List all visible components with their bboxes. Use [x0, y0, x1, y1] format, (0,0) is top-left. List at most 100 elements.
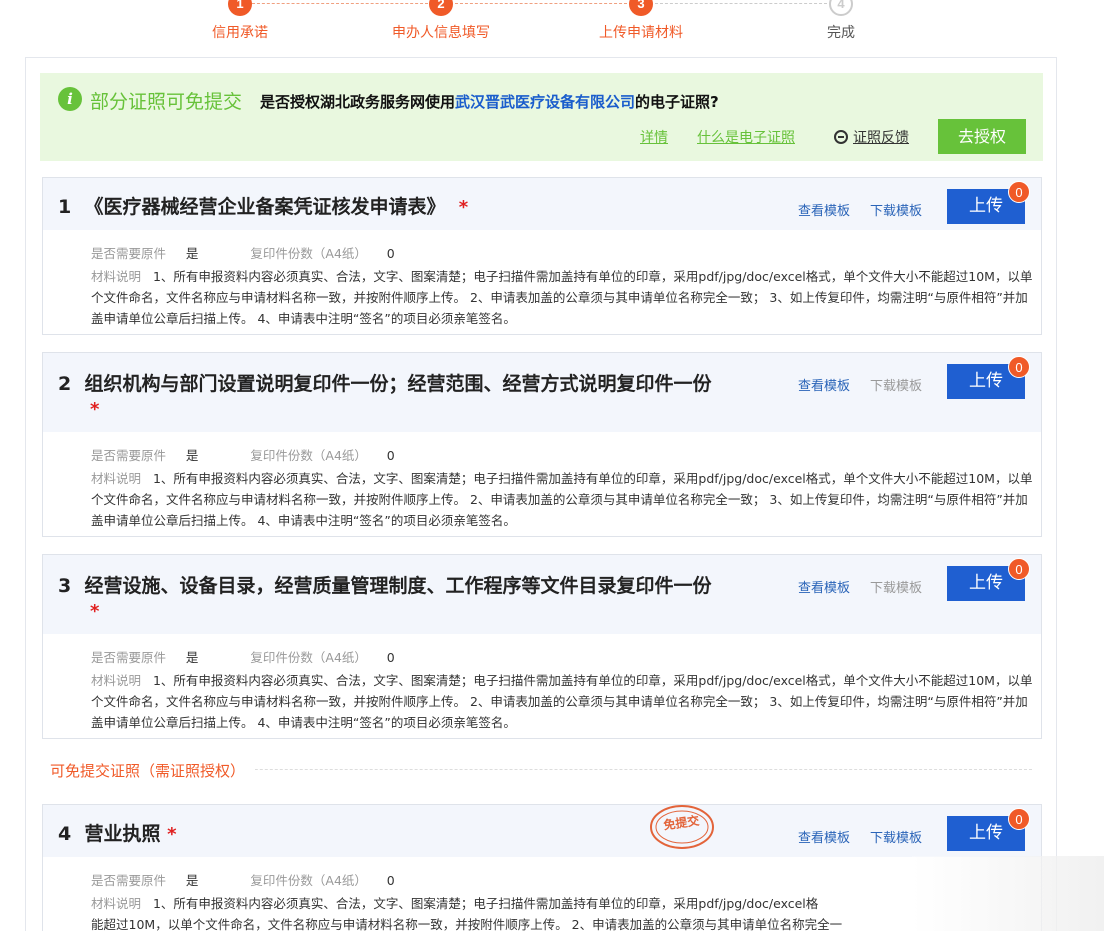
material-index: 2 — [58, 373, 72, 395]
material-card: 4 营业执照 * 查看模板 下载模板 上传 0 是否需要原件 是 复印件份数（A4… — [42, 804, 1042, 931]
desc-label: 材料说明 — [91, 269, 142, 284]
material-card-body: 是否需要原件 是 复印件份数（A4纸） 0 材料说明 1、所有申报资料内容必须真实… — [43, 230, 1041, 334]
what-is-e-license-link[interactable]: 什么是电子证照 — [697, 127, 795, 147]
auth-question: 是否授权湖北政务服务网使用武汉晋武医疗设备有限公司的电子证照? — [260, 91, 719, 112]
details-link[interactable]: 详情 — [640, 127, 668, 147]
upload-count-badge: 0 — [1008, 356, 1030, 378]
required-mark: * — [90, 399, 100, 420]
material-card: 2 组织机构与部门设置说明复印件一份；经营范围、经营方式说明复印件一份 * 查看… — [42, 352, 1042, 537]
original-label: 是否需要原件 — [91, 650, 167, 665]
upload-count-badge: 0 — [1008, 808, 1030, 830]
step-connector — [455, 3, 627, 4]
copies-value: 0 — [386, 448, 395, 463]
required-mark: * — [90, 601, 100, 622]
material-description: 材料说明 1、所有申报资料内容必须真实、合法，文字、图案清楚；电子扫描件需加盖持… — [91, 893, 1039, 931]
copies-label: 复印件份数（A4纸） — [250, 448, 367, 463]
desc-text: 1、所有申报资料内容必须真实、合法，文字、图案清楚；电子扫描件需加盖持有单位的印… — [91, 471, 1033, 528]
material-card-body: 是否需要原件 是 复印件份数（A4纸） 0 材料说明 1、所有申报资料内容必须真实… — [43, 857, 1041, 931]
step-connector — [655, 3, 827, 4]
original-value: 是 — [185, 448, 199, 463]
stamp-text: 免提交 — [662, 813, 700, 833]
license-feedback-link[interactable]: 证照反馈 — [834, 127, 909, 147]
material-card-body: 是否需要原件 是 复印件份数（A4纸） 0 材料说明 1、所有申报资料内容必须真实… — [43, 432, 1041, 536]
material-title: 2 组织机构与部门设置说明复印件一份；经营范围、经营方式说明复印件一份 — [58, 369, 711, 396]
material-card-header: 4 营业执照 * 查看模板 下载模板 上传 0 — [43, 805, 1041, 857]
material-index: 1 — [58, 196, 72, 218]
material-card: 3 经营设施、设备目录，经营质量管理制度、工作程序等文件目录复印件一份 * 查看… — [42, 554, 1042, 739]
desc-label: 材料说明 — [91, 471, 142, 486]
material-meta: 是否需要原件 是 复印件份数（A4纸） 0 — [91, 870, 395, 889]
original-value: 是 — [185, 246, 199, 261]
step-number: 3 — [629, 0, 653, 16]
material-index: 3 — [58, 575, 72, 597]
desc-label: 材料说明 — [91, 896, 142, 911]
watermark-overlay — [912, 856, 1104, 931]
material-card-header: 3 经营设施、设备目录，经营质量管理制度、工作程序等文件目录复印件一份 * 查看… — [43, 555, 1041, 634]
material-card-header: 2 组织机构与部门设置说明复印件一份；经营范围、经营方式说明复印件一份 * 查看… — [43, 353, 1041, 432]
upload-count-badge: 0 — [1008, 558, 1030, 580]
original-label: 是否需要原件 — [91, 246, 167, 261]
material-title: 4 营业执照 * — [58, 819, 177, 846]
original-value: 是 — [185, 650, 199, 665]
material-description: 材料说明 1、所有申报资料内容必须真实、合法，文字、图案清楚；电子扫描件需加盖持… — [91, 670, 1039, 733]
material-description: 材料说明 1、所有申报资料内容必须真实、合法，文字、图案清楚；电子扫描件需加盖持… — [91, 468, 1039, 531]
step-connector — [252, 3, 428, 4]
download-template-link[interactable]: 下载模板 — [870, 200, 922, 219]
desc-text: 1、所有申报资料内容必须真实、合法，文字、图案清楚；电子扫描件需加盖持有单位的印… — [152, 896, 819, 911]
copies-label: 复印件份数（A4纸） — [250, 650, 367, 665]
material-name: 组织机构与部门设置说明复印件一份；经营范围、经营方式说明复印件一份 — [84, 373, 712, 395]
material-card-body: 是否需要原件 是 复印件份数（A4纸） 0 材料说明 1、所有申报资料内容必须真实… — [43, 634, 1041, 738]
info-icon: i — [58, 87, 82, 111]
desc-text: 1、所有申报资料内容必须真实、合法，文字、图案清楚；电子扫描件需加盖持有单位的印… — [91, 673, 1033, 730]
desc-text: 1、所有申报资料内容必须真实、合法，文字、图案清楚；电子扫描件需加盖持有单位的印… — [91, 269, 1033, 326]
authorize-button[interactable]: 去授权 — [938, 119, 1026, 154]
copies-label: 复印件份数（A4纸） — [250, 246, 367, 261]
required-mark: * — [458, 197, 469, 218]
step-label: 完成 — [827, 25, 855, 41]
original-value: 是 — [185, 873, 199, 888]
auth-question-suffix: 的电子证照? — [635, 93, 719, 111]
material-name: 营业执照 — [84, 823, 161, 845]
download-template-link[interactable]: 下载模板 — [870, 827, 922, 846]
view-template-link[interactable]: 查看模板 — [798, 375, 850, 394]
progress-stepper: 1 信用承诺 2 申办人信息填写 3 上传申请材料 4 完成 — [0, 0, 1104, 50]
view-template-link[interactable]: 查看模板 — [798, 577, 850, 596]
material-description: 材料说明 1、所有申报资料内容必须真实、合法，文字、图案清楚；电子扫描件需加盖持… — [91, 266, 1039, 329]
material-meta: 是否需要原件 是 复印件份数（A4纸） 0 — [91, 647, 395, 666]
material-name: 《医疗器械经营企业备案凭证核发申请表》 — [84, 196, 446, 218]
feedback-label: 证照反馈 — [853, 130, 909, 146]
copies-value: 0 — [386, 650, 395, 665]
section-title: 可免提交证照（需证照授权） — [50, 760, 256, 781]
e-license-auth-banner: i 部分证照可免提交 是否授权湖北政务服务网使用武汉晋武医疗设备有限公司的电子证… — [40, 73, 1043, 161]
company-name: 武汉晋武医疗设备有限公司 — [455, 93, 636, 111]
original-label: 是否需要原件 — [91, 873, 167, 888]
banner-title: 部分证照可免提交 — [90, 91, 243, 113]
auth-question-prefix: 是否授权湖北政务服务网使用 — [260, 93, 456, 111]
copies-label: 复印件份数（A4纸） — [250, 873, 367, 888]
exempt-stamp-icon: 免提交 — [650, 805, 714, 849]
material-meta: 是否需要原件 是 复印件份数（A4纸） 0 — [91, 243, 395, 262]
material-index: 4 — [58, 823, 72, 845]
material-name: 经营设施、设备目录，经营质量管理制度、工作程序等文件目录复印件一份 — [84, 575, 712, 597]
required-mark: * — [167, 824, 177, 845]
download-template-link[interactable]: 下载模板 — [870, 577, 922, 596]
step-number: 4 — [829, 0, 853, 16]
step-number: 1 — [228, 0, 252, 16]
material-card: 1 《医疗器械经营企业备案凭证核发申请表》 * 查看模板 下载模板 上传 0 是… — [42, 177, 1042, 335]
step-label: 申办人信息填写 — [392, 25, 490, 41]
feedback-icon — [834, 130, 848, 144]
material-card-header: 1 《医疗器械经营企业备案凭证核发申请表》 * 查看模板 下载模板 上传 0 — [43, 178, 1041, 230]
download-template-link[interactable]: 下载模板 — [870, 375, 922, 394]
material-title: 3 经营设施、设备目录，经营质量管理制度、工作程序等文件目录复印件一份 — [58, 571, 711, 598]
desc-text: 能超过10M，以单个文件命名，文件名称应与申请材料名称一致，并按附件顺序上传。 … — [91, 917, 843, 931]
upload-count-badge: 0 — [1008, 181, 1030, 203]
exempt-section-divider: 可免提交证照（需证照授权） — [50, 760, 1032, 781]
view-template-link[interactable]: 查看模板 — [798, 200, 850, 219]
step-number: 2 — [429, 0, 453, 16]
material-meta: 是否需要原件 是 复印件份数（A4纸） 0 — [91, 445, 395, 464]
copies-value: 0 — [386, 246, 395, 261]
view-template-link[interactable]: 查看模板 — [798, 827, 850, 846]
step-label: 信用承诺 — [212, 25, 268, 41]
copies-value: 0 — [386, 873, 395, 888]
step-label: 上传申请材料 — [599, 25, 683, 41]
